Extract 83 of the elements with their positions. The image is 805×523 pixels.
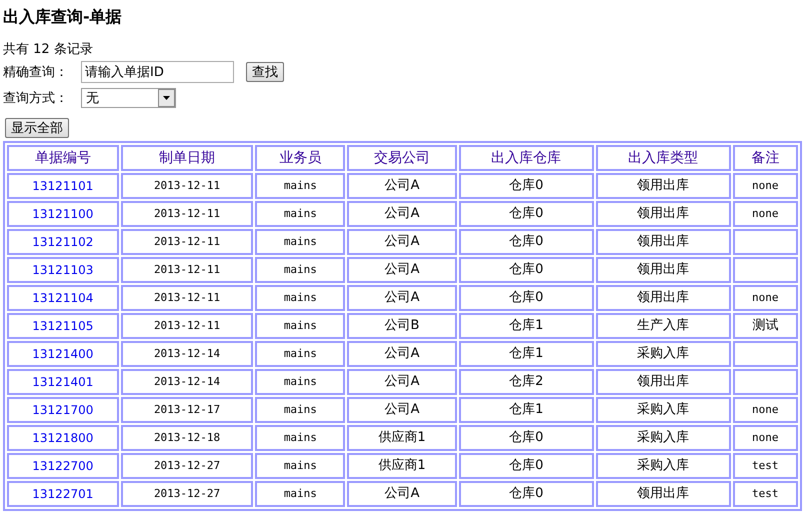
column-header: 备注 [732,145,798,171]
table-cell: mains [255,341,346,367]
record-count: 共有 12 条记录 [3,41,93,59]
table-cell: 采购入库 [596,453,731,479]
table-cell: 采购入库 [596,341,731,367]
column-header: 单据编号 [7,145,119,171]
table-cell: 仓库0 [458,453,594,479]
table-cell: test [732,481,798,507]
table-cell: 公司A [347,369,457,395]
table-cell: 采购入库 [596,397,731,423]
table-cell: 领用出库 [596,257,731,283]
table-cell: 公司A [347,229,457,255]
table-cell: 领用出库 [596,173,731,199]
table-cell: 采购入库 [596,425,731,451]
table-cell: 2013-12-11 [120,313,254,339]
table-cell: 2013-12-27 [120,453,254,479]
table-cell: mains [255,229,346,255]
table-cell: mains [255,425,346,451]
table-cell: mains [255,481,346,507]
table-cell: 领用出库 [596,201,731,227]
mode-dropdown[interactable]: 无 [81,88,176,108]
table-cell: test [732,453,798,479]
table-cell: 仓库0 [458,201,594,227]
table-cell: 仓库0 [458,425,594,451]
table-cell: mains [255,369,346,395]
table-cell: mains [255,453,346,479]
table-cell: 仓库1 [458,397,594,423]
table-cell: 2013-12-11 [120,173,254,199]
table-cell: 领用出库 [596,481,731,507]
table-cell: 公司A [347,173,457,199]
table-cell: 仓库0 [458,257,594,283]
table-cell: 公司B [347,313,457,339]
show-all-button[interactable]: 显示全部 [5,118,69,138]
page-title: 出入库查询-单据 [3,6,122,28]
table-cell: 2013-12-17 [120,397,254,423]
table-cell: 2013-12-11 [120,229,254,255]
table-cell: 领用出库 [596,369,731,395]
table-cell: none [732,425,798,451]
table-cell: 2013-12-27 [120,481,254,507]
id-input-field[interactable]: 请输入单据ID [81,61,234,83]
table-cell: 仓库1 [458,341,594,367]
table-cell: 供应商1 [347,425,457,451]
column-header: 出入库仓库 [458,145,594,171]
table-cell: 领用出库 [596,229,731,255]
table-cell: mains [255,397,346,423]
table-cell: 公司A [347,201,457,227]
table-cell: 2013-12-11 [120,285,254,311]
table-cell: 2013-12-11 [120,257,254,283]
table-cell: 仓库2 [458,369,594,395]
table-cell: none [732,397,798,423]
table-cell: mains [255,173,346,199]
table-cell: 仓库0 [458,481,594,507]
table-cell: none [732,285,798,311]
column-header: 交易公司 [347,145,457,171]
table-cell: mains [255,285,346,311]
table-cell: 公司A [347,397,457,423]
table-cell: 仓库1 [458,313,594,339]
table-cell: 2013-12-18 [120,425,254,451]
column-header: 制单日期 [120,145,254,171]
table-cell: 仓库0 [458,229,594,255]
table-cell: 仓库0 [458,285,594,311]
table-cell: mains [255,257,346,283]
table-cell: mains [255,201,346,227]
table-cell: 2013-12-11 [120,201,254,227]
column-header: 出入库类型 [596,145,731,171]
table-cell: none [732,201,798,227]
table-cell: 2013-12-14 [120,369,254,395]
table-cell: none [732,173,798,199]
table-cell: 供应商1 [347,453,457,479]
column-header: 业务员 [255,145,346,171]
table-cell: 测试 [732,313,798,339]
table-cell: 仓库0 [458,173,594,199]
table-cell: 2013-12-14 [120,341,254,367]
table-cell: 公司A [347,257,457,283]
mode-label: 查询方式： [3,90,69,107]
table-cell: 领用出库 [596,285,731,311]
table-cell: 生产入库 [596,313,731,339]
table-cell: mains [255,313,346,339]
table-cell: 公司A [347,285,457,311]
table-cell: 公司A [347,341,457,367]
find-button[interactable]: 查找 [246,62,284,82]
table-cell: 公司A [347,481,457,507]
search-label: 精确查询： [3,64,69,81]
